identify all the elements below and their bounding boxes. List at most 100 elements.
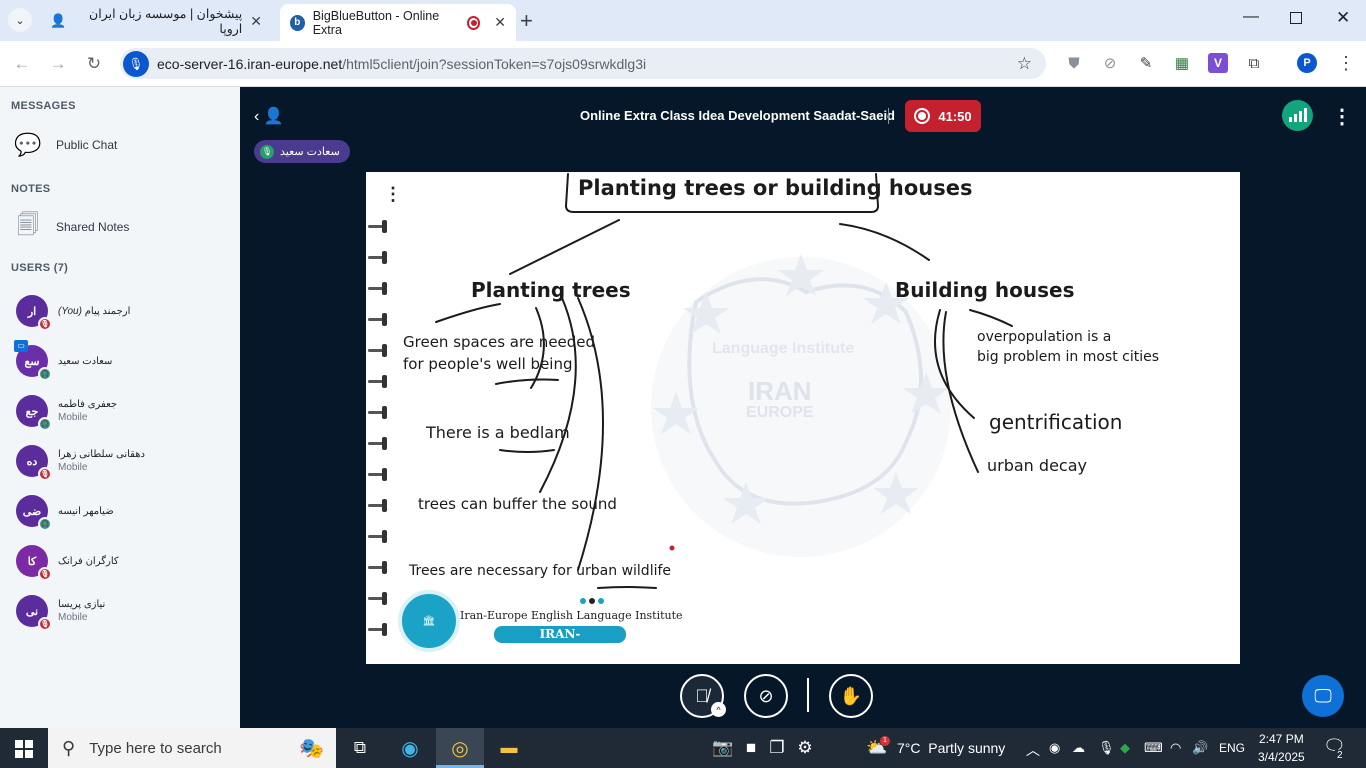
start-windows-icon[interactable] [15,740,33,758]
user-list-item[interactable]: ده 🎙 دهقانی سلطانی زهرا Mobile [0,438,240,484]
compass-extension-icon[interactable]: ⊘ [1100,53,1120,73]
puzzle-extensions-icon[interactable]: ⧉ [1244,53,1264,73]
user-list-item[interactable]: نی 🎙 نیازی پریسا Mobile [0,588,240,634]
forward-arrow-icon[interactable]: → [47,53,69,75]
left-item: There is a bedlam [426,423,570,442]
notes-section-title: NOTES [11,183,51,195]
user-list-item[interactable]: کا 🎙 کارگران فرانک [0,538,240,584]
notes-document-icon: 🗐 [17,212,39,237]
vpn-tray-icon[interactable]: ◆ [1120,740,1130,756]
right-item: overpopulation is a [977,329,1112,345]
task-view-icon[interactable]: ⧉ [347,736,373,760]
volume-icon[interactable]: 🔊 [1192,740,1208,756]
raise-hand-button[interactable]: ✋ [829,674,873,718]
toggle-userlist-button[interactable]: ‹ 👤 [254,106,284,126]
audio-status-icon: 🎙 [38,467,52,481]
minimize-window-icon[interactable]: — [1243,8,1259,26]
tab-dashboard[interactable]: 👤 پیشخوان | موسسه زبان ایران اروپا ✕ [40,6,272,36]
share-webcam-button[interactable]: ⊘ [744,674,788,718]
show-hidden-icons-icon[interactable]: ︿ [1026,740,1040,760]
tab-bigbluebutton[interactable]: b BigBlueButton - Online Extra ✕ [280,4,516,41]
users-section-title: USERS (7) [11,262,69,274]
left-item: Green spaces are needed [403,333,596,351]
right-item: urban decay [987,456,1087,475]
calendar-extension-icon[interactable]: ▦ [1172,53,1192,73]
clock-date[interactable]: 3/4/2025 [1258,750,1305,764]
search-icon: ⚲ [62,737,76,758]
sidebar: MESSAGES 💬 Public Chat NOTES 🗐 Shared No… [0,87,240,728]
back-arrow-icon[interactable]: ← [11,53,33,75]
user-avatar: جع 🎧 [16,395,52,431]
microphone-muted-icon: 🎙̸ [695,685,709,706]
v-extension-icon[interactable]: V [1208,53,1228,73]
reload-icon[interactable]: ↻ [83,53,105,75]
user-device: Mobile [58,612,88,623]
shared-notes-item[interactable]: 🗐 Shared Notes [0,207,240,247]
keyboard-tray-icon[interactable]: ⌨ [1144,740,1163,756]
chat-bubble-icon: 💬 [14,132,42,157]
presentation-icon: 🖵 [1314,685,1332,706]
address-bar[interactable]: 🎙 eco-server-16.iran-europe.net/html5cli… [120,48,1046,79]
close-tab-icon[interactable]: ✕ [494,14,506,31]
file-explorer-icon[interactable]: ▬ [496,736,522,760]
options-menu-icon[interactable]: ⋮ [1332,104,1352,129]
microphone-in-use-icon[interactable]: 🎙 [123,50,149,77]
eyedropper-extension-icon[interactable]: ✎ [1136,53,1156,73]
user-list-item[interactable]: سع 🎧 سعادت سعید [0,338,240,384]
tab-favicon-icon: 👤 [50,13,67,28]
settings-gear-icon[interactable]: ⚙ [792,736,818,760]
profile-avatar[interactable]: P [1297,53,1317,73]
weather-text[interactable]: 7°C Partly sunny [897,740,1005,756]
search-highlight-mask-icon: 🎭 [299,737,324,760]
controls-divider [807,678,809,712]
bbb-favicon-icon: b [290,14,305,31]
user-list-item[interactable]: ضی 🎧 ضیامهر انیسه [0,488,240,534]
user-list-item[interactable]: ار 🎙 ارجمند پیام (You) [0,288,240,334]
audio-options-chevron-icon[interactable]: ^ [711,702,726,717]
recording-tray-icon[interactable]: ◉ [1049,740,1060,756]
new-tab-button[interactable]: + [520,8,533,34]
audio-status-icon: 🎧 [38,417,52,431]
close-window-icon[interactable]: ✕ [1336,8,1350,28]
camera-app-icon[interactable]: 📷 [710,736,736,760]
recording-button[interactable]: 41:50 [905,100,981,132]
right-item: big problem in most cities [977,349,1160,365]
user-name: جعفری فاطمه [58,399,118,410]
user-name: ضیامهر انیسه [58,505,114,517]
browser-menu-icon[interactable]: ⋮ [1336,53,1356,73]
bookmark-star-icon[interactable]: ☆ [1017,54,1032,74]
taskbar-search-box[interactable]: ⚲ Type here to search 🎭 [48,728,336,768]
chrome-icon[interactable]: ◎ [447,736,473,760]
connection-status-icon[interactable] [1282,100,1313,131]
notification-count: 2 [1335,750,1345,761]
meeting-title: Online Extra Class Idea Development Saad… [580,108,896,123]
clock-time[interactable]: 2:47 PM [1259,732,1304,746]
right-branch-heading: Building houses [895,278,1075,302]
onedrive-icon[interactable]: ☁ [1072,740,1085,756]
logo-dots [580,598,604,604]
shield-extension-icon[interactable]: ⛊ [1064,53,1084,73]
user-avatar: کا 🎙 [16,545,52,581]
left-item: trees can buffer the sound [418,495,617,513]
wifi-icon[interactable]: ◠ [1170,740,1181,756]
user-avatar: ضی 🎧 [16,495,52,531]
left-item: Trees are necessary for urban wildlife [409,563,672,579]
edge-browser-icon[interactable]: ◉ [397,736,423,760]
tab-search-button[interactable]: ⌄ [8,8,32,32]
talking-indicator[interactable]: 🎙 سعادت سعید [254,140,350,163]
restore-window-icon[interactable] [1290,12,1302,24]
close-tab-icon[interactable]: ✕ [250,13,262,30]
user-list-item[interactable]: جع 🎧 جعفری فاطمه Mobile [0,388,240,434]
input-language[interactable]: ENG [1219,741,1245,755]
video-app-icon[interactable]: ■ [738,736,764,760]
presentation-slide[interactable]: ⋮ Language Institute IRAN EUROPE Plantin… [366,172,1240,664]
user-device: Mobile [58,412,88,423]
url-text: eco-server-16.iran-europe.net/html5clien… [157,55,647,72]
institute-logo-badge: 🏛 [398,590,460,652]
microphone-tray-icon[interactable]: 🎙 [1098,740,1115,756]
windows-app-icon[interactable]: ❐ [764,736,790,760]
audio-status-icon: 🎙 [38,317,52,331]
presentation-toggle-button[interactable]: 🖵 [1302,675,1344,717]
public-chat-item[interactable]: 💬 Public Chat [0,125,240,165]
browser-tab-bar: ⌄ 👤 پیشخوان | موسسه زبان ایران اروپا ✕ b… [0,0,1366,41]
